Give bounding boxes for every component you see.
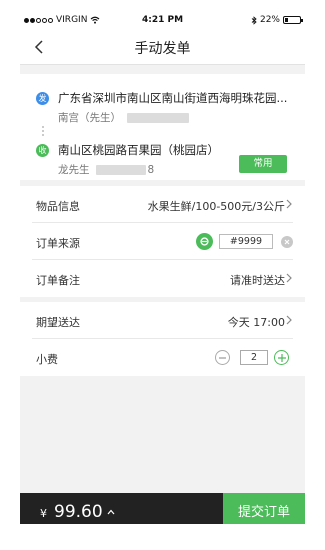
sender-address[interactable]: 发 广东省深圳市南山区南山街道西海明珠花园... 南宫（先生） — [36, 88, 297, 128]
redacted-phone — [127, 112, 189, 123]
submit-order-button[interactable]: 提交订单 — [223, 493, 305, 524]
page-title: 手动发单 — [134, 41, 191, 57]
chevron-right-icon — [286, 199, 292, 209]
price-summary[interactable]: ¥ 99.60 — [20, 493, 223, 524]
order-source-label: 订单来源 — [36, 237, 80, 250]
battery-percent: 22% — [259, 15, 280, 25]
app-screen: VIRGIN 4:21 PM 22% 手动发单 发 广东省深圳市南山区南山街道西… — [20, 12, 305, 524]
delivery-card: 期望送达 今天 17:00 小费 2 — [20, 302, 305, 376]
route-dots — [42, 126, 44, 138]
common-address-button[interactable]: 常用 — [239, 155, 287, 173]
status-right: 22% — [251, 15, 303, 25]
tip-row: 小费 2 — [32, 339, 293, 376]
receiver-contact-suffix: 8 — [147, 163, 155, 176]
redacted-phone — [95, 164, 146, 175]
goods-label: 物品信息 — [36, 200, 80, 213]
eleme-logo-icon — [196, 233, 213, 250]
order-number-input[interactable]: #9999 — [219, 234, 273, 249]
tip-label: 小费 — [36, 353, 58, 366]
bottom-bar: ¥ 99.60 提交订单 — [20, 493, 305, 524]
increase-tip-button[interactable] — [274, 350, 289, 365]
sender-badge: 发 — [36, 92, 49, 105]
goods-value: 水果生鲜/100-500元/3公斤 — [147, 200, 285, 213]
chevron-up-icon — [107, 509, 115, 515]
sender-contact-name: 南宫（先生） — [58, 112, 121, 124]
total-amount: 99.60 — [54, 502, 103, 522]
order-info-card: 物品信息 水果生鲜/100-500元/3公斤 订单来源 #9999 订单备注 请… — [20, 186, 305, 297]
goods-info-row[interactable]: 物品信息 水果生鲜/100-500元/3公斤 — [32, 186, 293, 223]
expected-delivery-label: 期望送达 — [36, 316, 80, 329]
receiver-badge: 收 — [36, 144, 49, 157]
decrease-tip-button[interactable] — [215, 350, 230, 365]
bluetooth-icon — [251, 15, 257, 25]
chevron-right-icon — [286, 273, 292, 283]
expected-delivery-row[interactable]: 期望送达 今天 17:00 — [32, 302, 293, 339]
sender-contact: 南宫（先生） — [58, 110, 189, 125]
order-note-row[interactable]: 订单备注 请准时送达 — [32, 260, 293, 297]
receiver-contact-name: 龙先生 — [58, 164, 90, 176]
battery-icon — [283, 16, 303, 24]
address-card: 发 广东省深圳市南山区南山街道西海明珠花园... 南宫（先生） 收 南山区桃园路… — [20, 74, 305, 180]
order-note-label: 订单备注 — [36, 274, 80, 287]
receiver-contact: 龙先生 8 — [58, 162, 154, 177]
receiver-address-text: 南山区桃园路百果园（桃园店） — [58, 143, 219, 157]
currency-symbol: ¥ — [40, 507, 47, 520]
sender-address-text: 广东省深圳市南山区南山街道西海明珠花园... — [58, 91, 288, 105]
chevron-right-icon — [286, 315, 292, 325]
nav-bar: 手动发单 — [20, 29, 305, 65]
tip-quantity-input[interactable]: 2 — [240, 350, 268, 365]
order-note-value: 请准时送达 — [230, 274, 285, 287]
clear-icon[interactable] — [281, 236, 293, 248]
status-bar: VIRGIN 4:21 PM 22% — [20, 12, 305, 29]
order-source-row: 订单来源 #9999 — [32, 223, 293, 260]
expected-delivery-value: 今天 17:00 — [227, 316, 285, 329]
